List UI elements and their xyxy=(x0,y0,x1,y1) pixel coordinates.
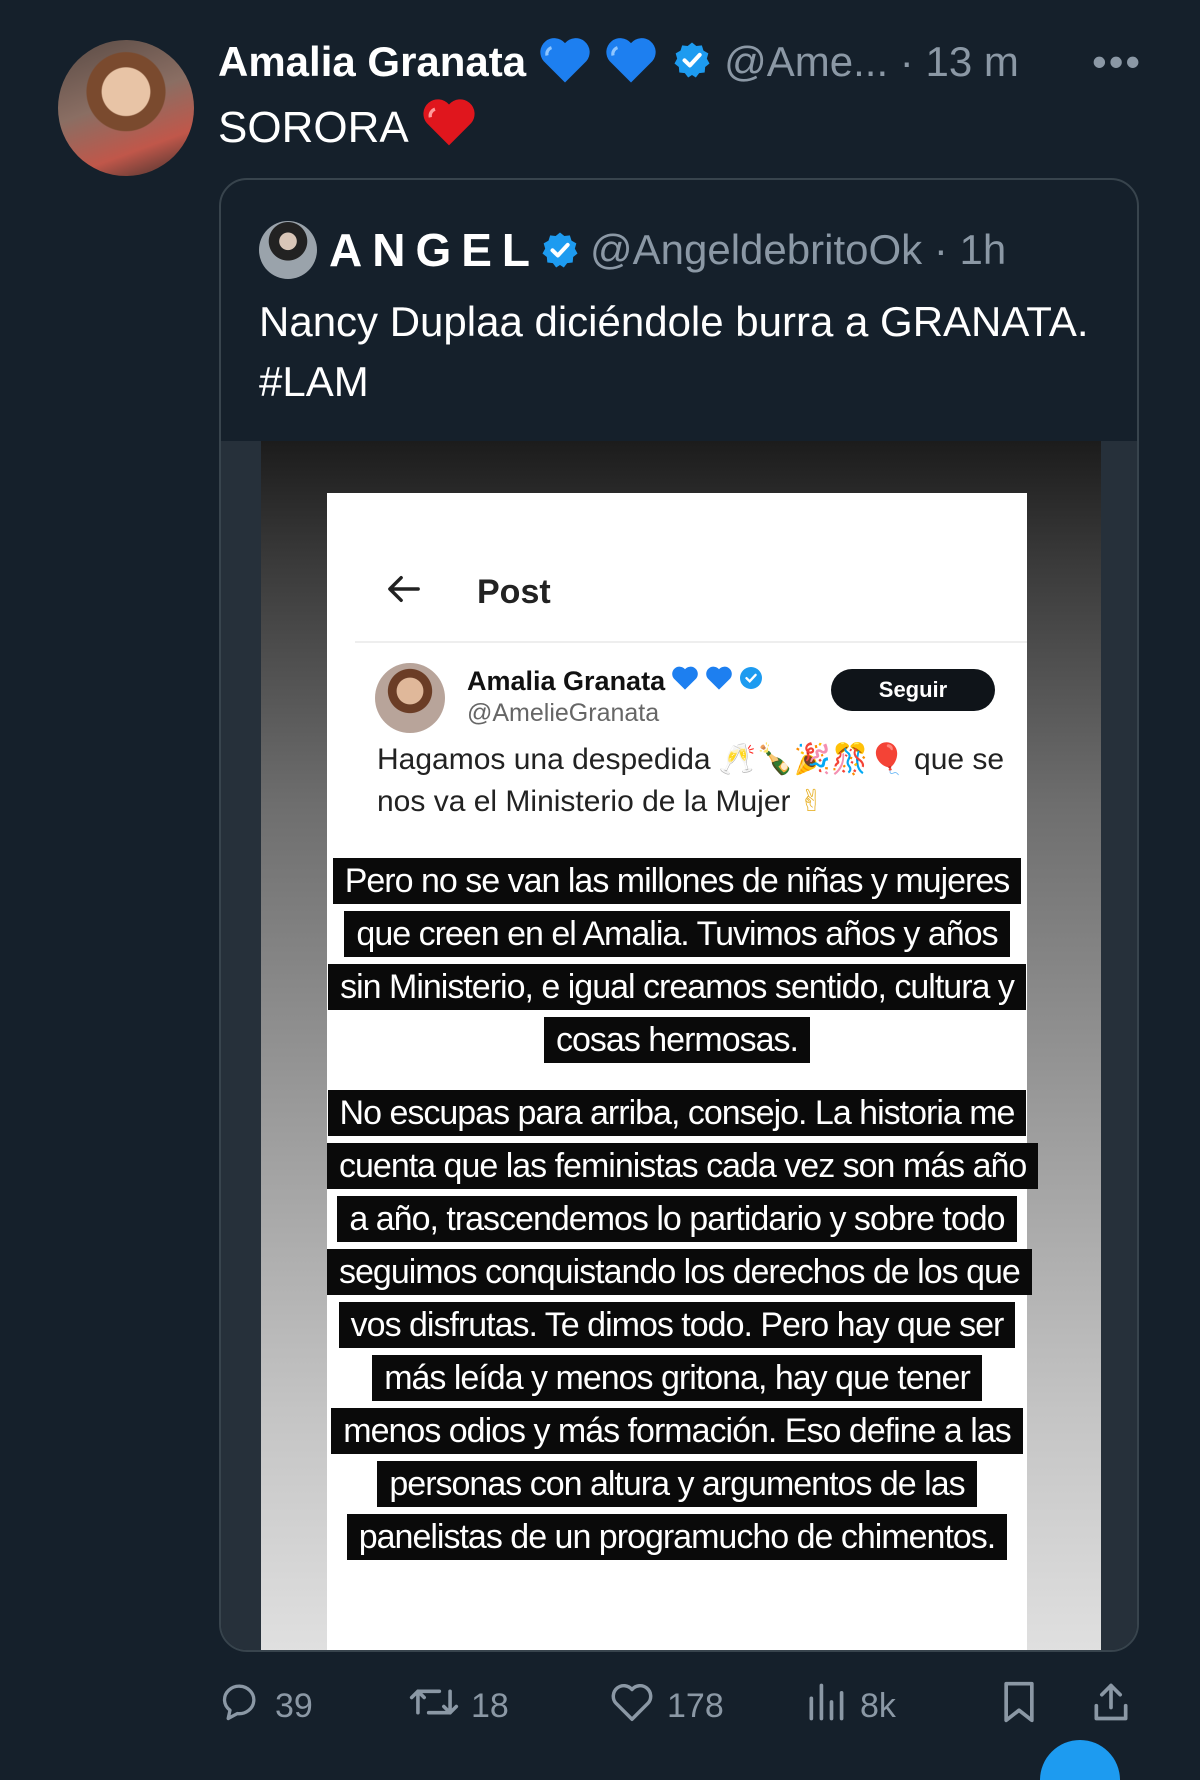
red-heart-icon xyxy=(421,96,477,159)
author-name[interactable]: Amalia Granata xyxy=(218,38,526,86)
tweet-action-bar: 39 18 178 8k xyxy=(219,1676,1139,1736)
story-screenshot: Post Amalia Granata @AmelieGranata Segui… xyxy=(261,441,1101,1650)
author-avatar[interactable] xyxy=(58,40,194,176)
divider xyxy=(355,641,1027,643)
bookmark-icon xyxy=(999,1680,1051,1733)
blue-heart-icon xyxy=(538,35,592,90)
retweet-icon xyxy=(409,1680,471,1733)
blue-heart-icon xyxy=(671,665,699,698)
blue-heart-icon xyxy=(705,665,733,698)
embedded-post-text-a: Hagamos una despedida xyxy=(377,743,711,776)
quoted-tweet-header: ANGEL @AngeldebritoOk · 1h xyxy=(259,220,1006,280)
story-paragraph-1: Pero no se van las millones de niñas y m… xyxy=(328,858,1026,1063)
tweet-header: Amalia Granata @Ame... · 13 m xyxy=(218,30,1019,94)
verified-badge-icon xyxy=(739,666,763,697)
story-paragraph-2: No escupas para arriba, consejo. La hist… xyxy=(327,1090,1039,1560)
more-options-icon[interactable]: ••• xyxy=(1092,38,1142,86)
embedded-post-title: Post xyxy=(477,573,551,611)
tweet-text: SORORA xyxy=(218,96,477,159)
views-count: 8k xyxy=(860,1686,896,1725)
follow-button: Seguir xyxy=(831,669,995,711)
celebration-emojis: 🥂🍾🎉🎊🎈 xyxy=(718,743,906,776)
like-count: 178 xyxy=(667,1686,724,1725)
retweet-button[interactable]: 18 xyxy=(409,1676,509,1736)
embedded-author-name: Amalia Granata xyxy=(467,666,666,696)
heart-icon xyxy=(609,1680,667,1733)
quoted-author-avatar[interactable] xyxy=(259,221,317,279)
reply-button[interactable]: 39 xyxy=(219,1676,313,1736)
compose-fab-partial[interactable] xyxy=(1040,1740,1120,1780)
author-handle-time[interactable]: @Ame... · 13 m xyxy=(724,38,1019,86)
quoted-author-handle-time[interactable]: @AngeldebritoOk · 1h xyxy=(590,226,1006,274)
tweet-text-content: SORORA xyxy=(218,102,409,152)
embedded-author-avatar xyxy=(375,663,445,733)
views-button[interactable]: 8k xyxy=(804,1676,896,1736)
analytics-icon xyxy=(804,1680,860,1733)
share-icon xyxy=(1089,1680,1145,1733)
reply-count: 39 xyxy=(275,1686,313,1725)
verified-badge-icon xyxy=(540,230,580,270)
embedded-author-row: Amalia Granata xyxy=(467,665,763,698)
victory-hand-icon: ✌ xyxy=(798,785,824,818)
verified-badge-icon xyxy=(672,40,712,85)
quoted-media[interactable]: Post Amalia Granata @AmelieGranata Segui… xyxy=(221,441,1137,1650)
share-button[interactable] xyxy=(1089,1676,1145,1736)
back-arrow-icon xyxy=(387,571,421,613)
quoted-tweet-text: Nancy Duplaa diciéndole burra a GRANATA.… xyxy=(259,298,1089,405)
embedded-post-text: Hagamos una despedida 🥂🍾🎉🎊🎈 que se nos v… xyxy=(377,739,1007,823)
blue-heart-icon xyxy=(604,35,658,90)
bookmark-button[interactable] xyxy=(999,1676,1051,1736)
retweet-count: 18 xyxy=(471,1686,509,1725)
quoted-tweet-card[interactable]: ANGEL @AngeldebritoOk · 1h Nancy Duplaa … xyxy=(219,178,1139,1652)
like-button[interactable]: 178 xyxy=(609,1676,724,1736)
quoted-author-name[interactable]: ANGEL xyxy=(329,223,540,277)
story-overlay-text: Pero no se van las millones de niñas y m… xyxy=(327,855,1039,1584)
reply-icon xyxy=(219,1680,275,1733)
embedded-author-handle: @AmelieGranata xyxy=(467,699,660,727)
embedded-post-screenshot: Post Amalia Granata @AmelieGranata Segui… xyxy=(327,493,1039,1650)
